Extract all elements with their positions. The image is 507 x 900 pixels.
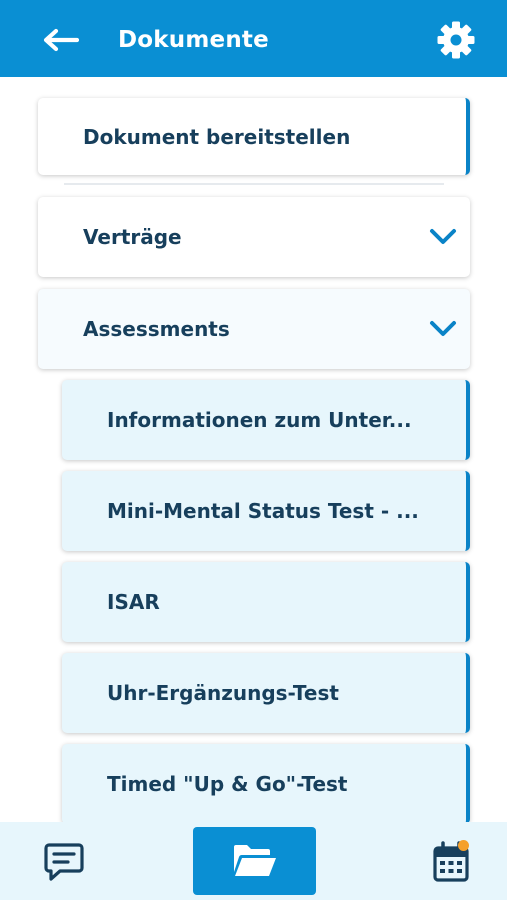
messages-nav-button[interactable] (36, 836, 92, 888)
arrow-left-icon (43, 28, 79, 52)
document-item-label: Mini-Mental Status Test - ... (107, 499, 419, 523)
calendar-nav-button[interactable] (423, 834, 479, 890)
gear-icon (437, 21, 475, 59)
divider (64, 183, 444, 185)
document-item-label: Uhr-Ergänzungs-Test (107, 681, 339, 705)
settings-button[interactable] (432, 16, 480, 64)
document-item[interactable]: Uhr-Ergänzungs-Test (62, 653, 470, 733)
document-item-label: Timed "Up & Go"-Test (107, 772, 348, 796)
assessments-section[interactable]: Assessments (38, 289, 470, 369)
chevron-down-icon (428, 223, 458, 251)
page-title: Dokumente (118, 27, 269, 53)
upload-document-card[interactable]: Dokument bereitstellen (38, 98, 470, 175)
document-item-label: ISAR (107, 590, 160, 614)
chat-icon (44, 843, 84, 881)
notification-dot (458, 840, 469, 851)
document-item-label: Informationen zum Unter... (107, 408, 412, 432)
contracts-section[interactable]: Verträge (38, 197, 470, 277)
chevron-down-icon (428, 315, 458, 343)
documents-list[interactable]: Dokument bereitstellen Verträge Assessme… (0, 77, 507, 822)
upload-document-label: Dokument bereitstellen (83, 124, 351, 149)
app-header: Dokumente (0, 0, 507, 77)
document-item[interactable]: Informationen zum Unter... (62, 380, 470, 460)
bottom-navigation (0, 822, 507, 900)
back-button[interactable] (37, 20, 83, 60)
assessments-label: Assessments (83, 317, 230, 341)
contracts-label: Verträge (83, 225, 182, 249)
document-item[interactable]: ISAR (62, 562, 470, 642)
documents-nav-button[interactable] (193, 827, 316, 895)
document-item[interactable]: Timed "Up & Go"-Test (62, 744, 470, 822)
document-item[interactable]: Mini-Mental Status Test - ... (62, 471, 470, 551)
folder-open-icon (233, 845, 276, 876)
